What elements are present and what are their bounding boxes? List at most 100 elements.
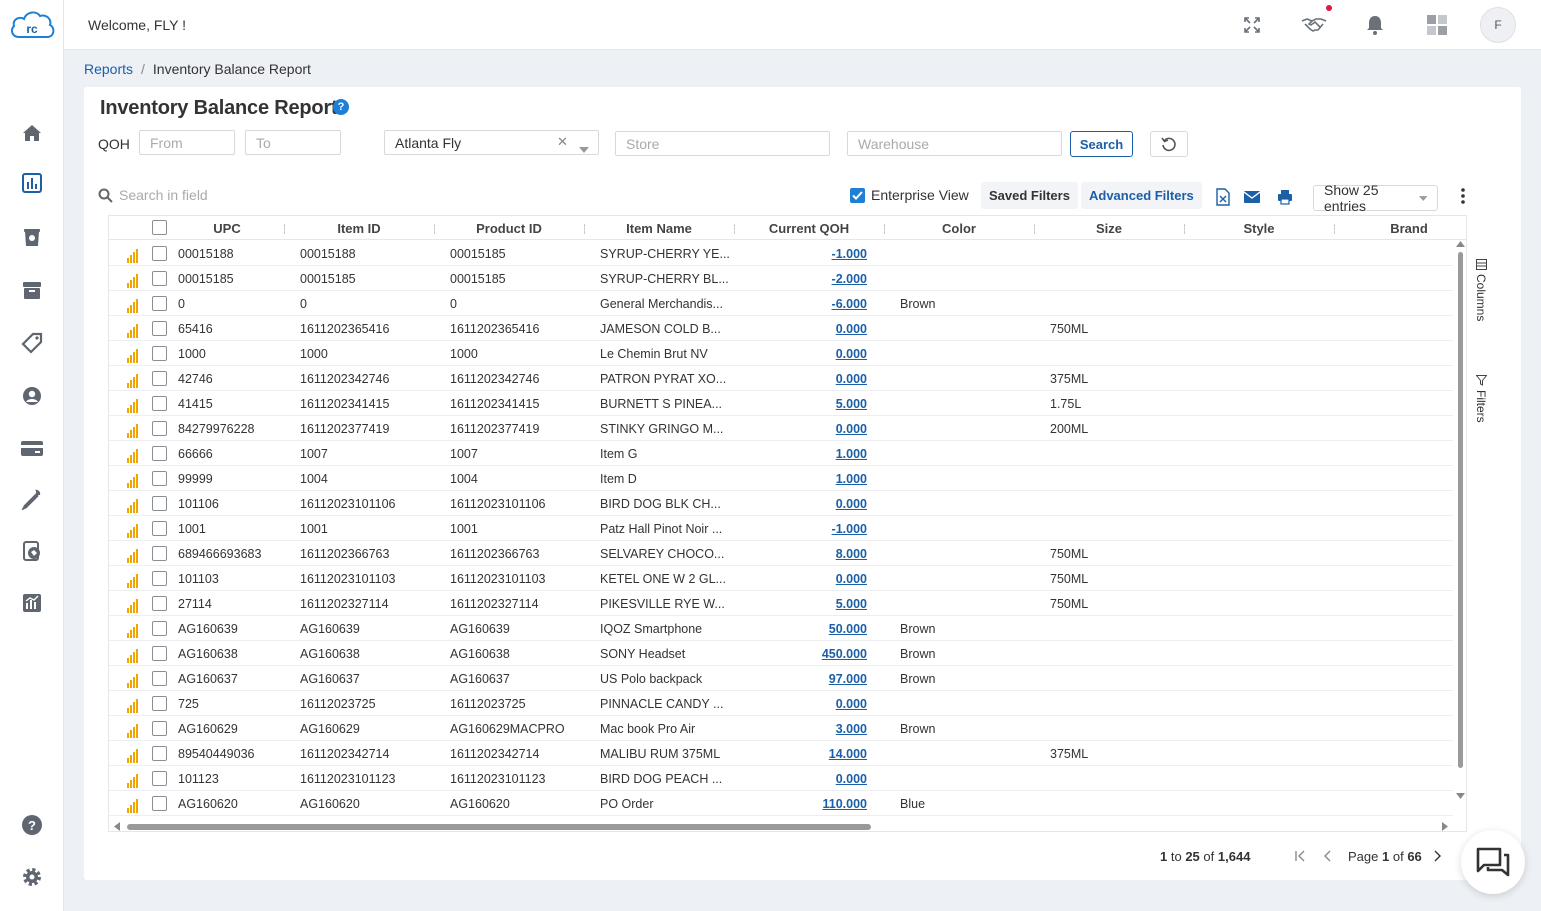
chat-button[interactable]: [1461, 830, 1525, 894]
col-header-upc[interactable]: UPC: [177, 221, 277, 236]
archive-icon[interactable]: [18, 276, 46, 304]
table-row[interactable]: AG160638 AG160638 AG160638 SONY Headset Brow…: [109, 641, 1453, 666]
col-resize-handle[interactable]: [1034, 224, 1035, 234]
cell-current-qoh-link[interactable]: 0.000: [787, 697, 867, 711]
col-resize-handle[interactable]: [1334, 224, 1335, 234]
cell-current-qoh-link[interactable]: 5.000: [787, 597, 867, 611]
advanced-filters-button[interactable]: Advanced Filters: [1081, 182, 1202, 209]
stock-level-icon[interactable]: [127, 724, 138, 738]
stock-level-icon[interactable]: [127, 449, 138, 463]
stock-level-icon[interactable]: [127, 649, 138, 663]
help-question-icon[interactable]: ?: [333, 99, 349, 115]
qoh-to-input[interactable]: To: [245, 130, 341, 155]
handshake-icon[interactable]: [1300, 13, 1328, 37]
row-checkbox[interactable]: [152, 521, 167, 536]
col-resize-handle[interactable]: [884, 224, 885, 234]
bell-icon[interactable]: [1363, 13, 1387, 37]
print-icon[interactable]: [1275, 187, 1295, 207]
search-in-field[interactable]: Search in field: [98, 187, 208, 203]
table-row[interactable]: 27114 1611202327114 1611202327114 PIKESVILL…: [109, 591, 1453, 616]
stock-level-icon[interactable]: [127, 749, 138, 763]
clear-x-icon[interactable]: ✕: [557, 134, 568, 150]
select-all-checkbox[interactable]: [152, 220, 167, 235]
row-checkbox[interactable]: [152, 396, 167, 411]
table-row[interactable]: 84279976228 1611202377419 1611202377419 STI…: [109, 416, 1453, 441]
fullscreen-icon[interactable]: [1240, 13, 1264, 37]
apps-grid-icon[interactable]: [1425, 13, 1449, 37]
col-resize-handle[interactable]: [584, 224, 585, 234]
stock-level-icon[interactable]: [127, 299, 138, 313]
row-checkbox[interactable]: [152, 446, 167, 461]
orders-icon[interactable]: [18, 223, 46, 251]
tag-icon[interactable]: [18, 329, 46, 357]
cell-current-qoh-link[interactable]: -6.000: [787, 297, 867, 311]
row-checkbox[interactable]: [152, 546, 167, 561]
stock-level-icon[interactable]: [127, 274, 138, 288]
table-row[interactable]: AG160629 AG160629 AG160629MACPRO Mac book P…: [109, 716, 1453, 741]
row-checkbox[interactable]: [152, 746, 167, 761]
col-resize-handle[interactable]: [1184, 224, 1185, 234]
excel-export-icon[interactable]: [1213, 187, 1233, 207]
stock-level-icon[interactable]: [127, 374, 138, 388]
table-row[interactable]: 725 16112023725 16112023725 PINNACLE CANDY …: [109, 691, 1453, 716]
cell-current-qoh-link[interactable]: 450.000: [787, 647, 867, 661]
table-row[interactable]: 66666 1007 1007 Item G 1.000: [109, 441, 1453, 466]
cell-current-qoh-link[interactable]: 0.000: [787, 572, 867, 586]
table-row[interactable]: 42746 1611202342746 1611202342746 PATRON PY…: [109, 366, 1453, 391]
table-row[interactable]: 0 0 0 General Merchandis... Brown -6.000: [109, 291, 1453, 316]
table-row[interactable]: AG160620 AG160620 AG160620 PO Order Blue 110.…: [109, 791, 1453, 816]
table-row[interactable]: 1000 1000 1000 Le Chemin Brut NV 0.000: [109, 341, 1453, 366]
tools-icon[interactable]: [18, 485, 46, 513]
vertical-scrollbar[interactable]: [1453, 240, 1466, 820]
row-checkbox[interactable]: [152, 596, 167, 611]
row-checkbox[interactable]: [152, 421, 167, 436]
cell-current-qoh-link[interactable]: 50.000: [787, 622, 867, 636]
next-page-icon[interactable]: [1431, 850, 1443, 865]
table-row[interactable]: 89540449036 1611202342714 1611202342714 MAL…: [109, 741, 1453, 766]
customer-icon[interactable]: [18, 382, 46, 410]
row-checkbox[interactable]: [152, 321, 167, 336]
first-page-icon[interactable]: [1294, 850, 1306, 865]
table-row[interactable]: 99999 1004 1004 Item D 1.000: [109, 466, 1453, 491]
stock-level-icon[interactable]: [127, 524, 138, 538]
reports-icon[interactable]: [18, 169, 46, 197]
cell-current-qoh-link[interactable]: 0.000: [787, 772, 867, 786]
stock-level-icon[interactable]: [127, 774, 138, 788]
row-checkbox[interactable]: [152, 796, 167, 811]
row-checkbox[interactable]: [152, 571, 167, 586]
checkbox-checked-icon[interactable]: [850, 187, 865, 203]
table-row[interactable]: 00015188 00015188 00015185 SYRUP-CHERRY YE.…: [109, 241, 1453, 266]
globe-doc-icon[interactable]: [18, 537, 46, 565]
stock-level-icon[interactable]: [127, 474, 138, 488]
col-resize-handle[interactable]: [284, 224, 285, 234]
warehouse-input[interactable]: Warehouse: [847, 131, 1062, 156]
row-checkbox[interactable]: [152, 471, 167, 486]
cell-current-qoh-link[interactable]: 5.000: [787, 397, 867, 411]
stock-level-icon[interactable]: [127, 674, 138, 688]
table-row[interactable]: AG160637 AG160637 AG160637 US Polo backpack…: [109, 666, 1453, 691]
row-checkbox[interactable]: [152, 346, 167, 361]
col-header-size[interactable]: Size: [1059, 221, 1159, 236]
table-row[interactable]: 101103 16112023101103 16112023101103 KETEL …: [109, 566, 1453, 591]
chevron-down-icon[interactable]: [579, 140, 589, 156]
stock-level-icon[interactable]: [127, 499, 138, 513]
col-header-current-qoh[interactable]: Current QOH: [759, 221, 859, 236]
col-header-style[interactable]: Style: [1209, 221, 1309, 236]
more-options-icon[interactable]: [1460, 187, 1466, 205]
table-row[interactable]: 1001 1001 1001 Patz Hall Pinot Noir ... -1.0…: [109, 516, 1453, 541]
home-icon[interactable]: [18, 119, 46, 147]
app-logo[interactable]: rc: [9, 8, 57, 43]
stock-level-icon[interactable]: [127, 699, 138, 713]
col-resize-handle[interactable]: [434, 224, 435, 234]
stock-level-icon[interactable]: [127, 424, 138, 438]
stock-level-icon[interactable]: [127, 549, 138, 563]
email-icon[interactable]: [1242, 187, 1262, 207]
table-row[interactable]: 689466693683 1611202366763 1611202366763 SE…: [109, 541, 1453, 566]
stock-level-icon[interactable]: [127, 599, 138, 613]
stock-level-icon[interactable]: [127, 399, 138, 413]
cell-current-qoh-link[interactable]: 0.000: [787, 422, 867, 436]
cell-current-qoh-link[interactable]: 1.000: [787, 447, 867, 461]
cell-current-qoh-link[interactable]: -1.000: [787, 247, 867, 261]
col-header-brand[interactable]: Brand: [1359, 221, 1459, 236]
table-row[interactable]: AG160639 AG160639 AG160639 IQOZ Smartphone B…: [109, 616, 1453, 641]
